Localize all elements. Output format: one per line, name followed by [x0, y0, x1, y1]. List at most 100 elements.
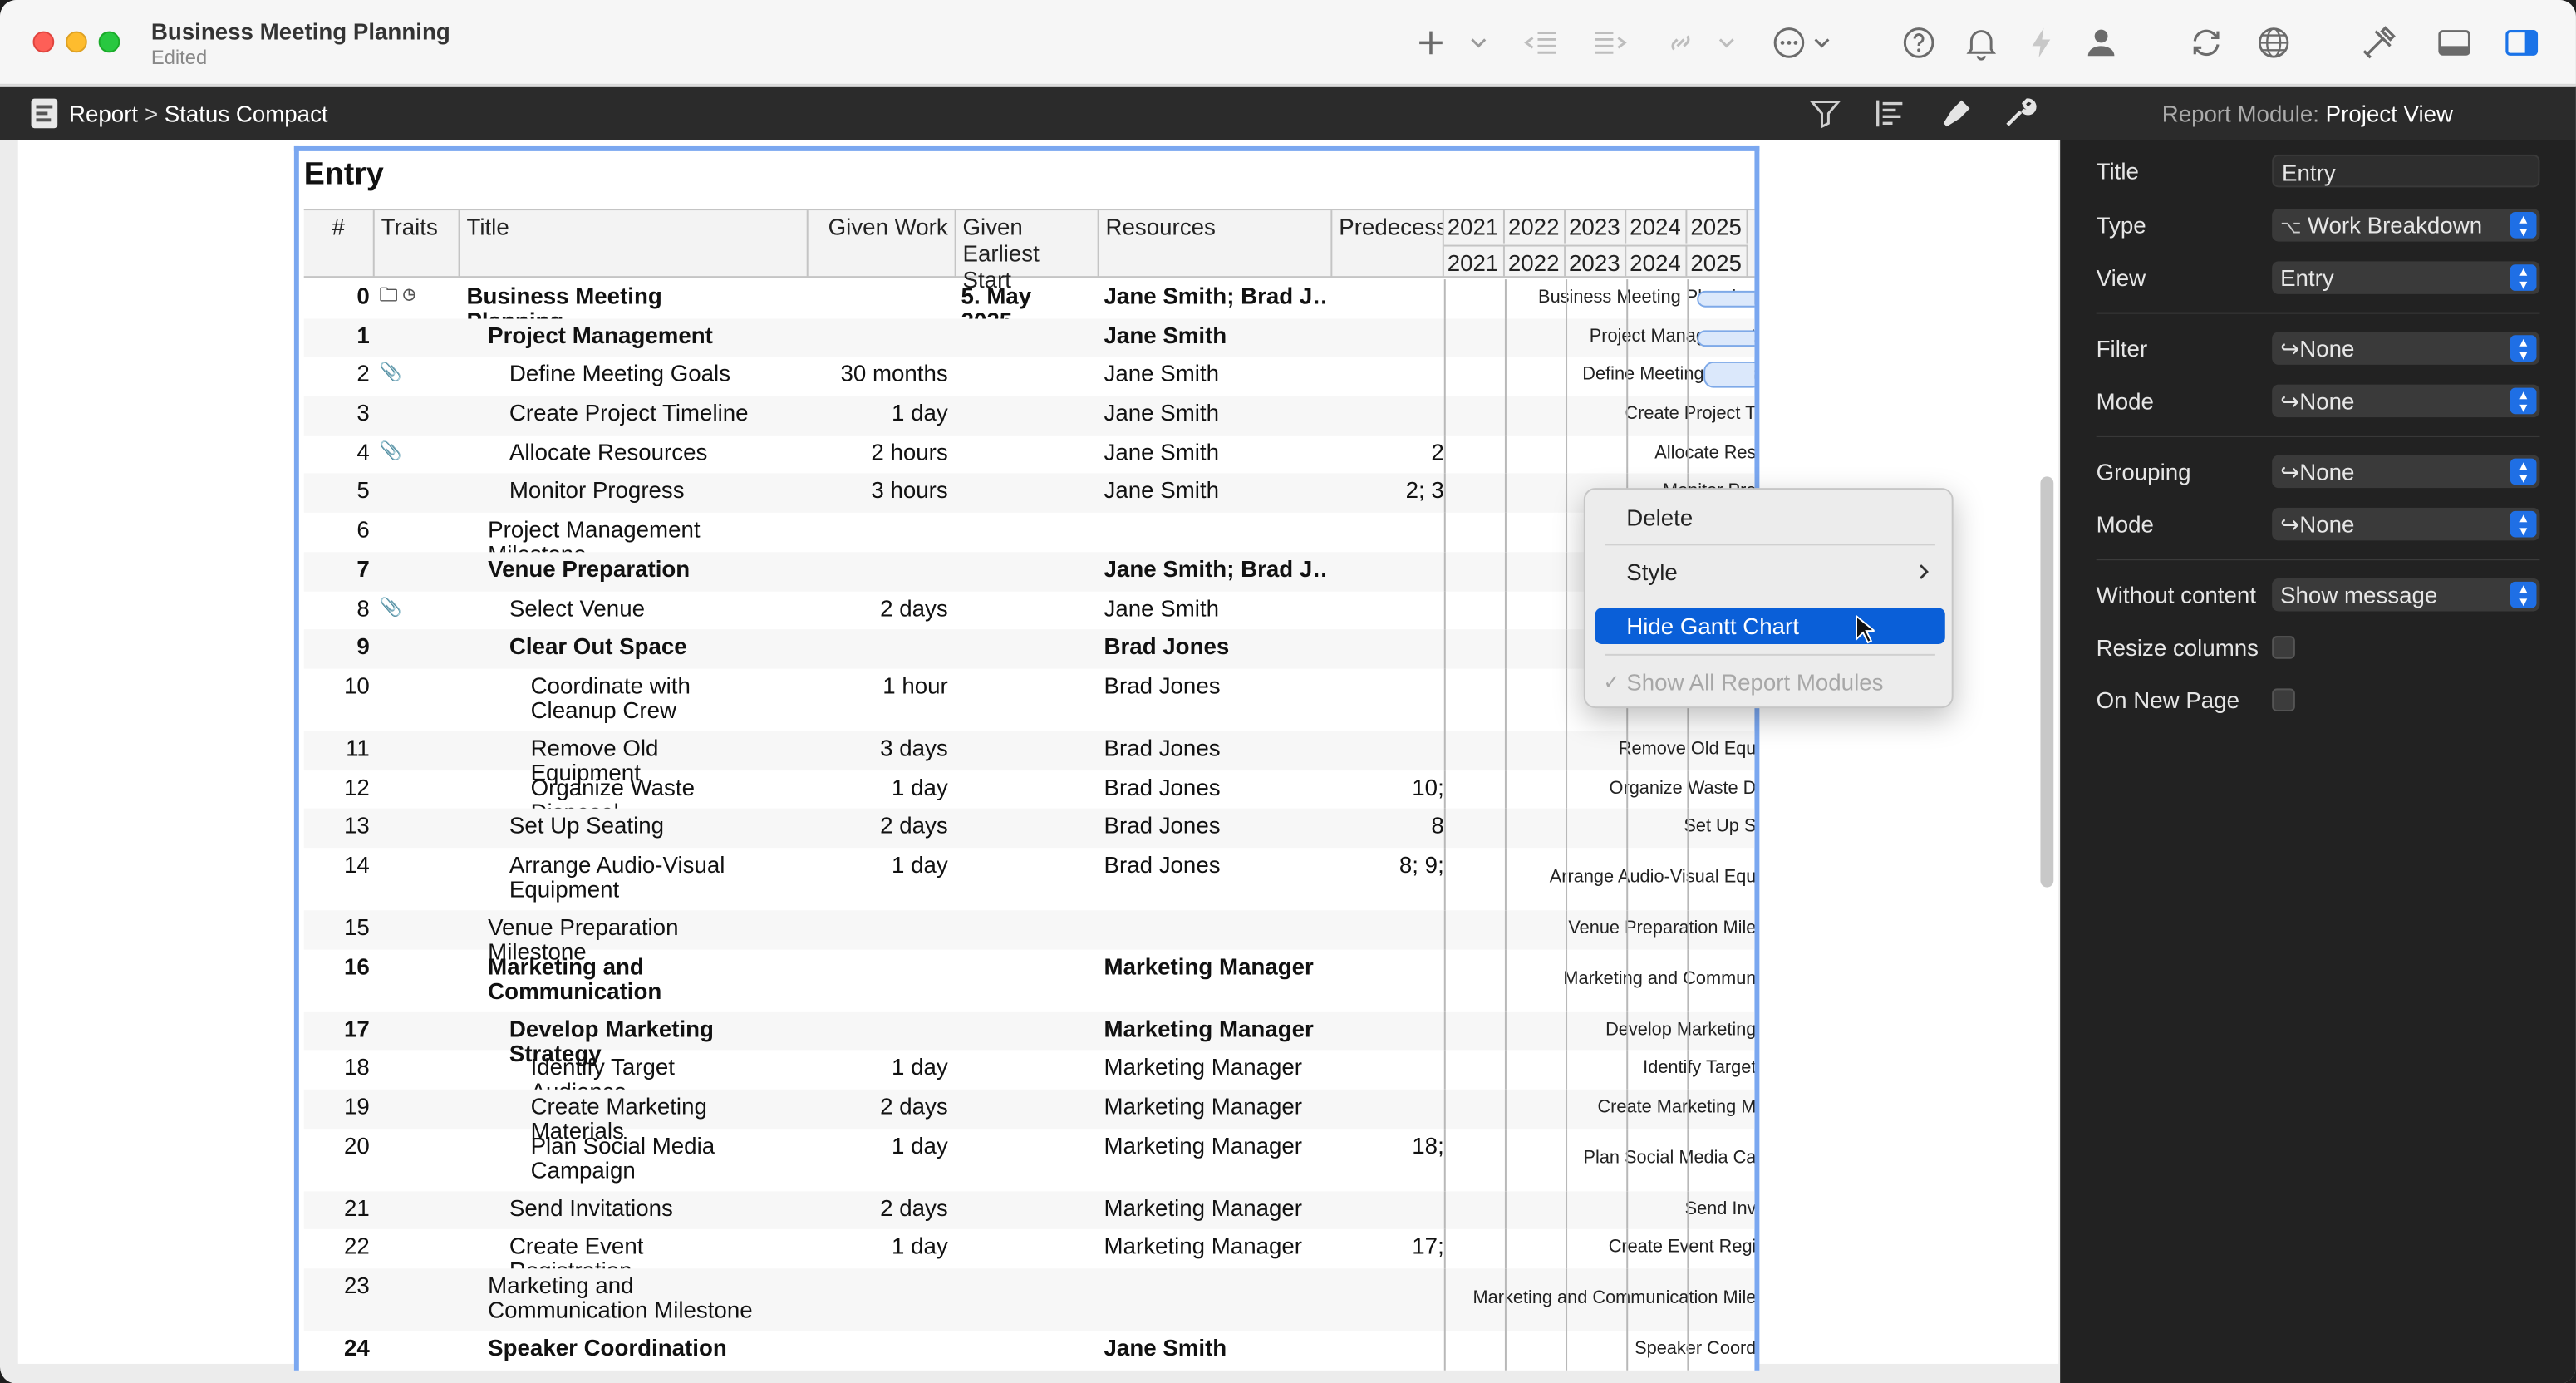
- more-icon[interactable]: [1769, 23, 1808, 62]
- zoom-window-button[interactable]: [98, 31, 120, 53]
- person-icon[interactable]: [2082, 23, 2121, 62]
- row-number: 1: [356, 321, 370, 348]
- report-module[interactable]: Entry # Traits Title Given Work Given Ea…: [293, 145, 1760, 1371]
- menu-item-delete[interactable]: Delete: [1595, 500, 1945, 535]
- gantt-bar[interactable]: [1697, 290, 1755, 308]
- year-label: 2022: [1505, 210, 1566, 244]
- title-field[interactable]: Entry: [2272, 154, 2540, 188]
- column-header-traits[interactable]: Traits: [375, 210, 460, 278]
- menu-item-hide-gantt-chart[interactable]: Hide Gantt Chart: [1595, 608, 1945, 644]
- globe-icon[interactable]: [2254, 23, 2293, 62]
- table-row[interactable]: 9 Clear Out Space Brad Jones: [303, 629, 1755, 669]
- table-row[interactable]: 24 Speaker Coordination Jane Smith Speaker …: [304, 1331, 1757, 1371]
- bolt-icon[interactable]: [2023, 23, 2062, 62]
- help-icon[interactable]: [1899, 23, 1938, 62]
- column-header-given-work[interactable]: Given Work: [809, 210, 956, 278]
- gantt-year-gridline: [1626, 809, 1629, 849]
- table-row[interactable]: 4 📎 Allocate Resources 2 hours Jane Smith 2 Al…: [304, 435, 1754, 475]
- view-select[interactable]: Entry ▴ ▾: [2272, 261, 2540, 294]
- indent-icon[interactable]: [1590, 23, 1630, 62]
- table-row[interactable]: 1 Project Management Jane Smith Project Man…: [303, 317, 1755, 357]
- gantt-bar-label: Identify Target: [1643, 1058, 1757, 1079]
- gantt-bar-label: Arrange Audio-Visual Equ: [1549, 867, 1757, 888]
- gantt-bar-label: Plan Social Media Ca: [1583, 1148, 1757, 1169]
- sync-icon[interactable]: [2186, 23, 2225, 62]
- table-row[interactable]: 8 📎 Select Venue 2 days Jane Smith: [304, 590, 1755, 630]
- table-row[interactable]: 20 Plan Social Media Campaign 1 day Marketi…: [304, 1128, 1757, 1191]
- type-select[interactable]: ⌥ Work Breakdown ▴ ▾: [2272, 209, 2540, 242]
- table-row[interactable]: 11 Remove Old Equipment 3 days Brad Jones Re…: [303, 731, 1755, 785]
- table-row[interactable]: 22Create Event Registration1 dayMarketin…: [304, 1229, 1754, 1283]
- bell-icon[interactable]: [1962, 23, 2001, 62]
- gantt-bar[interactable]: [1697, 329, 1755, 347]
- wrench-icon[interactable]: [2001, 96, 2037, 131]
- breadcrumb-report[interactable]: Report: [69, 101, 138, 127]
- table-row[interactable]: 18Identify Target Audience1 dayMarketing…: [304, 1050, 1757, 1104]
- type-label: Type: [2096, 212, 2146, 239]
- without-content-select[interactable]: Show message ▴ ▾: [2272, 578, 2540, 612]
- year-label: 2023: [1566, 244, 1627, 278]
- gantt-year-gridline: [1687, 731, 1689, 770]
- brush-icon[interactable]: [1939, 96, 1974, 131]
- table-row[interactable]: 0🗀 ◷Business Meeting Planning5. May 2025…: [304, 279, 1755, 332]
- bottom-panel-icon[interactable]: [2435, 23, 2474, 62]
- row-number: 9: [356, 632, 370, 660]
- table-row[interactable]: 12Organize Waste Disposal1 dayBrad Jones…: [304, 770, 1754, 824]
- gantt-bar-label: Speaker Coord: [1635, 1339, 1757, 1360]
- table-row[interactable]: 17 Develop Marketing Strategy Marketing Ma…: [303, 1011, 1755, 1065]
- gantt-year-gridline: [1626, 1050, 1629, 1090]
- grouping-select[interactable]: ↪None ▴ ▾: [2272, 455, 2540, 489]
- gantt-year-gridline: [1443, 357, 1446, 396]
- minimize-window-button[interactable]: [66, 31, 87, 53]
- table-row[interactable]: 5Monitor Progress3 hoursJane Smith2; 3Mo…: [303, 474, 1755, 514]
- table-row[interactable]: 6Project Management MilestoneProjec: [304, 513, 1754, 566]
- column-header-number[interactable]: #: [304, 210, 375, 278]
- table-row[interactable]: 19 Create Marketing Materials 2 days Market…: [303, 1089, 1755, 1143]
- on-new-page-checkbox[interactable]: [2272, 688, 2295, 712]
- gantt-style-icon[interactable]: [1873, 96, 1909, 131]
- chevron-down-icon[interactable]: [1468, 23, 1488, 62]
- column-header-predecessors[interactable]: Predecess: [1332, 210, 1444, 278]
- close-window-button[interactable]: [32, 31, 55, 53]
- menu-item-show-all-report-modules[interactable]: ✓ Show All Report Modules: [1595, 664, 1945, 700]
- row-predecessors: 18;: [1412, 1133, 1444, 1159]
- breadcrumb-status-compact[interactable]: Status Compact: [165, 101, 328, 127]
- link-icon[interactable]: [1661, 23, 1700, 62]
- table-row[interactable]: 2 📎 Define Meeting Goals 30 months Jane Smit…: [304, 357, 1755, 396]
- grouping-mode-select[interactable]: ↪None ▴ ▾: [2272, 507, 2540, 541]
- gantt-year-gridline: [1443, 396, 1446, 436]
- table-row[interactable]: 10 Coordinate with Cleanup Crew 1 hour Brad…: [304, 668, 1754, 731]
- table-row[interactable]: 3 Create Project Timeline 1 day Jane Smith C…: [303, 396, 1755, 436]
- row-number: 16: [344, 952, 370, 979]
- table-row[interactable]: 16 Marketing and Communication Marketing M…: [304, 948, 1754, 1012]
- right-panel-icon[interactable]: [2502, 23, 2541, 62]
- filter-icon[interactable]: [1807, 96, 1843, 131]
- filter-select[interactable]: ↪None ▴ ▾: [2272, 332, 2540, 365]
- chevron-down-icon[interactable]: [1717, 23, 1737, 62]
- gantt-year-gridline: [1443, 1011, 1446, 1051]
- filter-mode-select[interactable]: ↪None ▴ ▾: [2272, 384, 2540, 418]
- gantt-year-gridline: [1566, 1089, 1568, 1129]
- menu-item-style[interactable]: Style: [1595, 554, 1945, 589]
- gantt-bar[interactable]: [1703, 362, 1755, 389]
- chevron-updown-icon: ▴ ▾: [2510, 458, 2537, 485]
- table-row[interactable]: 21 Send Invitations 2 days Marketing Manage…: [303, 1190, 1755, 1230]
- outdent-icon[interactable]: [1522, 23, 1561, 62]
- column-header-given-earliest-start[interactable]: Given Earliest Start: [956, 210, 1099, 293]
- row-number: 20: [344, 1131, 370, 1159]
- canvas-scrollbar[interactable]: [2040, 476, 2054, 888]
- table-row[interactable]: 14 Arrange Audio-Visual Equipment 1 day Bra…: [304, 848, 1757, 911]
- table-row[interactable]: 23 Marketing and Communication Milestone M…: [303, 1268, 1755, 1331]
- chevron-down-icon[interactable]: [1812, 23, 1832, 62]
- row-resources: Brad Jones: [1104, 634, 1230, 660]
- table-row[interactable]: 15 Venue Preparation Milestone Venue Prepa…: [303, 910, 1755, 963]
- tools-icon[interactable]: [2359, 23, 2398, 62]
- column-header-title[interactable]: Title: [460, 210, 809, 278]
- table-row[interactable]: 13 Set Up Seating 2 days Brad Jones 8 Set Up …: [303, 809, 1755, 849]
- resize-columns-checkbox[interactable]: [2272, 636, 2295, 659]
- gantt-year-gridline: [1626, 910, 1629, 949]
- column-header-resources[interactable]: Resources: [1099, 210, 1333, 278]
- table-row[interactable]: 7 Venue Preparation Jane Smith; Brad J…: [303, 551, 1755, 591]
- plus-icon[interactable]: [1411, 23, 1450, 62]
- document-title: Business Meeting Planning: [150, 17, 450, 45]
